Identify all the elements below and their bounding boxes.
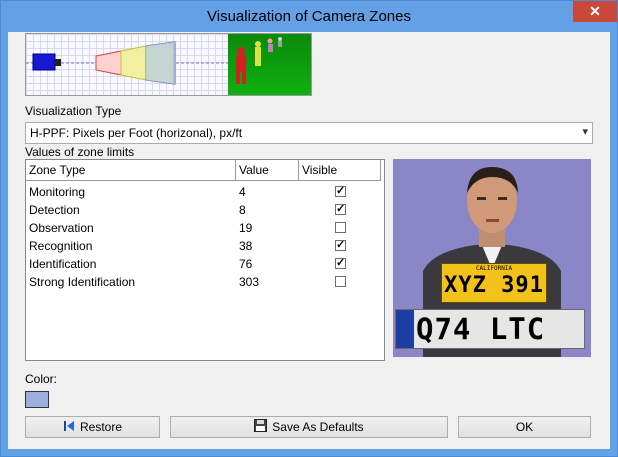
zone-type-cell: Monitoring (29, 185, 86, 199)
save-as-defaults-label: Save As Defaults (272, 420, 364, 434)
visible-checkbox[interactable]: ✓ (335, 258, 346, 269)
license-plate-large: Q74 LTC (395, 309, 585, 349)
visible-checkbox[interactable] (335, 222, 346, 233)
sample-resolution-image: CALIFORNIA XYZ 391 Q74 LTC (393, 159, 591, 357)
zone-value-cell[interactable]: 38 (239, 237, 252, 255)
zone-value-cell[interactable]: 303 (239, 273, 259, 291)
restore-icon (63, 418, 75, 438)
zone-diagram-preview (25, 33, 312, 96)
column-header-visible[interactable]: Visible (299, 160, 381, 180)
floppy-disk-icon (254, 418, 268, 438)
plate-large-text: Q74 LTC (416, 312, 546, 346)
plate-state-text: CALIFORNIA (475, 265, 513, 272)
table-row[interactable]: Monitoring 4 ✓ (26, 183, 381, 201)
zone-type-cell: Identification (29, 257, 97, 271)
visible-checkbox[interactable] (335, 276, 346, 287)
zone-type-cell: Strong Identification (29, 275, 136, 289)
figure-field (228, 34, 311, 95)
dialog-window: Visualization of Camera Zones ✕ Visualiz… (0, 0, 618, 457)
zone-type-cell: Observation (29, 221, 94, 235)
camera-cone-diagram (26, 41, 228, 85)
visible-checkbox[interactable]: ✓ (335, 240, 346, 251)
save-as-defaults-button[interactable]: Save As Defaults (170, 416, 448, 438)
zone-grid (26, 34, 228, 95)
ok-button[interactable]: OK (458, 416, 591, 438)
visualization-type-dropdown[interactable]: H-PPF: Pixels per Foot (horizonal), px/f… (25, 122, 593, 144)
visualization-type-label: Visualization Type (25, 104, 122, 118)
visible-checkbox[interactable]: ✓ (335, 204, 346, 215)
table-row[interactable]: Strong Identification 303 (26, 273, 381, 291)
window-title: Visualization of Camera Zones (207, 8, 411, 25)
table-row[interactable]: Recognition 38 ✓ (26, 237, 381, 255)
license-plate-small: CALIFORNIA XYZ 391 (441, 263, 547, 303)
visualization-type-value: H-PPF: Pixels per Foot (horizonal), px/f… (30, 126, 243, 140)
zone-value-cell[interactable]: 19 (239, 219, 252, 237)
zone-type-cell: Detection (29, 203, 80, 217)
zone-value-cell[interactable]: 76 (239, 255, 252, 273)
dialog-client: Visualization Type H-PPF: Pixels per Foo… (8, 32, 610, 449)
title-bar[interactable]: Visualization of Camera Zones ✕ (1, 1, 617, 32)
zone-limits-label: Values of zone limits (25, 145, 135, 159)
color-swatch[interactable] (25, 391, 49, 408)
table-row[interactable]: Observation 19 (26, 219, 381, 237)
table-header: Zone Type Value Visible (26, 160, 381, 181)
restore-label: Restore (79, 420, 123, 434)
close-button[interactable]: ✕ (573, 1, 617, 22)
column-header-zone-type[interactable]: Zone Type (26, 160, 236, 180)
plate-small-text: XYZ 391 (444, 273, 544, 298)
restore-button[interactable]: Restore (25, 416, 160, 438)
table-row[interactable]: Detection 8 ✓ (26, 201, 381, 219)
visible-checkbox[interactable]: ✓ (335, 186, 346, 197)
color-label: Color: (25, 372, 58, 386)
zone-type-cell: Recognition (29, 239, 93, 253)
column-header-value[interactable]: Value (236, 160, 299, 180)
zone-value-cell[interactable]: 4 (239, 183, 246, 201)
table-row[interactable]: Identification 76 ✓ (26, 255, 381, 273)
zone-limits-table[interactable]: Zone Type Value Visible Monitoring 4 ✓ D… (25, 159, 385, 361)
chevron-down-icon[interactable]: ▾ (582, 125, 588, 138)
zone-value-cell[interactable]: 8 (239, 201, 246, 219)
eu-flag-icon (396, 310, 414, 348)
scaled-figures (236, 37, 282, 84)
